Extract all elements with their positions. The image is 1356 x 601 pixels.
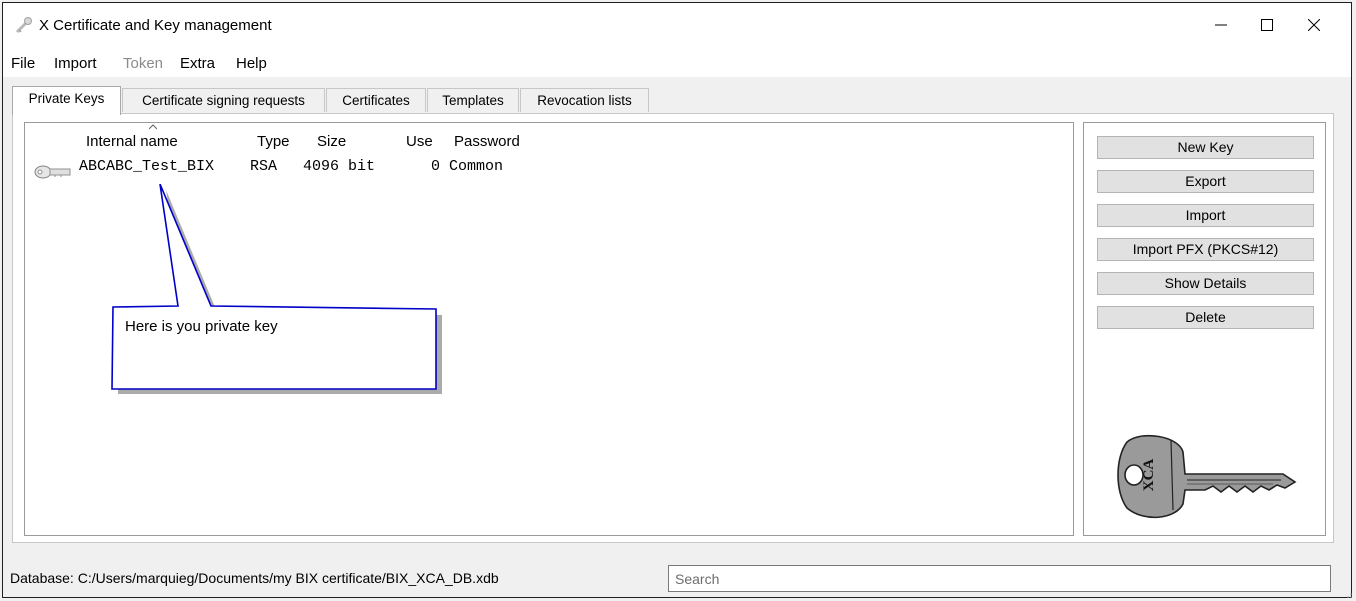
new-key-button[interactable]: New Key <box>1097 136 1314 159</box>
column-header-size[interactable]: Size <box>317 133 346 150</box>
database-path: Database: C:/Users/marquieg/Documents/my… <box>10 570 499 586</box>
menu-file[interactable]: File <box>11 55 35 72</box>
cell-size: 4096 bit <box>303 158 376 175</box>
cell-internal-name: ABCABC_Test_BIX <box>79 158 215 175</box>
tab-private-keys[interactable]: Private Keys <box>12 86 121 115</box>
export-button[interactable]: Export <box>1097 170 1314 193</box>
menu-import[interactable]: Import <box>54 55 97 72</box>
show-details-button[interactable]: Show Details <box>1097 272 1314 295</box>
key-icon <box>34 165 71 179</box>
resize-grip-icon[interactable] <box>1344 590 1352 598</box>
callout-text: Here is you private key <box>125 318 278 335</box>
tab-revocation-lists[interactable]: Revocation lists <box>520 88 649 112</box>
minimize-icon <box>1215 24 1227 26</box>
close-icon <box>1308 19 1320 31</box>
xca-key-image: XCA <box>1117 434 1297 519</box>
cell-use: 0 <box>431 158 441 175</box>
window-title: X Certificate and Key management <box>39 17 272 34</box>
import-button[interactable]: Import <box>1097 204 1314 227</box>
title-bar[interactable]: X Certificate and Key management <box>3 3 1351 47</box>
maximize-icon <box>1261 19 1273 31</box>
column-header-password[interactable]: Password <box>454 133 520 150</box>
search-input[interactable] <box>668 565 1331 592</box>
menu-help[interactable]: Help <box>236 55 267 72</box>
close-button[interactable] <box>1291 3 1337 47</box>
tab-certificates[interactable]: Certificates <box>326 88 426 112</box>
column-header-internal-name[interactable]: Internal name <box>86 133 178 150</box>
minimize-button[interactable] <box>1198 3 1244 47</box>
column-header-use[interactable]: Use <box>406 133 433 150</box>
callout-box <box>111 184 442 394</box>
cell-type: RSA <box>250 158 278 175</box>
menu-extra[interactable]: Extra <box>180 55 215 72</box>
key-icon <box>15 17 32 34</box>
sort-ascending-icon <box>149 124 157 130</box>
delete-button[interactable]: Delete <box>1097 306 1314 329</box>
tab-certificate-signing-requests[interactable]: Certificate signing requests <box>122 88 325 112</box>
key-art-label: XCA <box>1141 459 1157 492</box>
maximize-button[interactable] <box>1244 3 1290 47</box>
menu-bar: File Import Token Extra Help <box>3 47 1351 77</box>
cell-password: Common <box>449 158 504 175</box>
import-pfx-button[interactable]: Import PFX (PKCS#12) <box>1097 238 1314 261</box>
tab-templates[interactable]: Templates <box>427 88 519 112</box>
column-header-type[interactable]: Type <box>257 133 290 150</box>
menu-token[interactable]: Token <box>123 55 163 72</box>
